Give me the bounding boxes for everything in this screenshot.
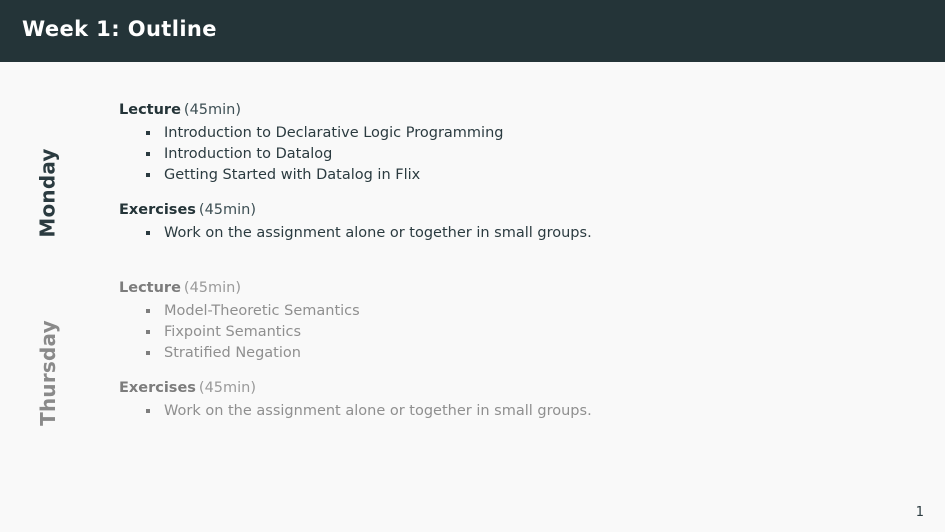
bullet-square-icon xyxy=(146,152,150,156)
day-label-thursday-text: Thursday xyxy=(36,320,61,426)
list-item-label: Fixpoint Semantics xyxy=(164,324,302,340)
list-item: Introduction to Declarative Logic Progra… xyxy=(119,123,909,144)
bullet-square-icon xyxy=(146,351,150,355)
list-item: Stratified Negation xyxy=(119,343,909,364)
day-label-monday-text: Monday xyxy=(35,148,60,238)
list-item-label: Introduction to Datalog xyxy=(164,146,333,162)
block-lecture-thursday: Lecture (45min) Model-Theoretic Semantics… xyxy=(119,278,909,364)
bullet-list: Introduction to Declarative Logic Progra… xyxy=(119,123,909,186)
block-exercises-thursday: Exercises (45min) Work on the assignment … xyxy=(119,378,909,422)
block-title: Exercises xyxy=(119,380,196,396)
block-duration: (45min) xyxy=(183,102,242,118)
day-content-monday: Lecture (45min) Introduction to Declarati… xyxy=(119,100,909,244)
bullet-list: Work on the assignment alone or together… xyxy=(119,223,909,244)
list-item-label: Introduction to Declarative Logic Progra… xyxy=(164,125,504,141)
block-title: Lecture xyxy=(119,102,181,118)
bullet-square-icon xyxy=(146,330,150,334)
block-heading: Lecture (45min) xyxy=(119,100,909,121)
list-item: Work on the assignment alone or together… xyxy=(119,401,909,422)
list-item-label: Stratified Negation xyxy=(164,345,301,361)
list-item-label: Model-Theoretic Semantics xyxy=(164,303,360,319)
block-duration: (45min) xyxy=(198,380,257,396)
block-heading: Exercises (45min) xyxy=(119,200,909,221)
page-number: 1 xyxy=(915,505,924,520)
page-title: Week 1: Outline xyxy=(22,17,217,41)
block-exercises-monday: Exercises (45min) Work on the assignment … xyxy=(119,200,909,244)
list-item: Introduction to Datalog xyxy=(119,144,909,165)
list-item: Model-Theoretic Semantics xyxy=(119,301,909,322)
block-heading: Exercises (45min) xyxy=(119,378,909,399)
bullet-square-icon xyxy=(146,309,150,313)
block-title: Exercises xyxy=(119,202,196,218)
list-item-label: Getting Started with Datalog in Flix xyxy=(164,167,421,183)
day-label-thursday: Thursday xyxy=(0,298,96,448)
block-duration: (45min) xyxy=(183,280,242,296)
list-item-label: Work on the assignment alone or together… xyxy=(164,225,592,241)
day-content-thursday: Lecture (45min) Model-Theoretic Semantics… xyxy=(119,278,909,422)
bullet-square-icon xyxy=(146,409,150,413)
list-item-label: Work on the assignment alone or together… xyxy=(164,403,592,419)
bullet-square-icon xyxy=(146,131,150,135)
day-label-monday: Monday xyxy=(0,118,96,268)
bullet-list: Work on the assignment alone or together… xyxy=(119,401,909,422)
block-heading: Lecture (45min) xyxy=(119,278,909,299)
bullet-square-icon xyxy=(146,231,150,235)
block-duration: (45min) xyxy=(198,202,257,218)
bullet-square-icon xyxy=(146,173,150,177)
list-item: Getting Started with Datalog in Flix xyxy=(119,165,909,186)
slide-body: Monday Lecture (45min) Introduction to De… xyxy=(0,62,945,532)
list-item: Fixpoint Semantics xyxy=(119,322,909,343)
list-item: Work on the assignment alone or together… xyxy=(119,223,909,244)
block-lecture-monday: Lecture (45min) Introduction to Declarati… xyxy=(119,100,909,186)
block-title: Lecture xyxy=(119,280,181,296)
slide-header: Week 1: Outline xyxy=(0,0,945,62)
bullet-list: Model-Theoretic Semantics Fixpoint Seman… xyxy=(119,301,909,364)
